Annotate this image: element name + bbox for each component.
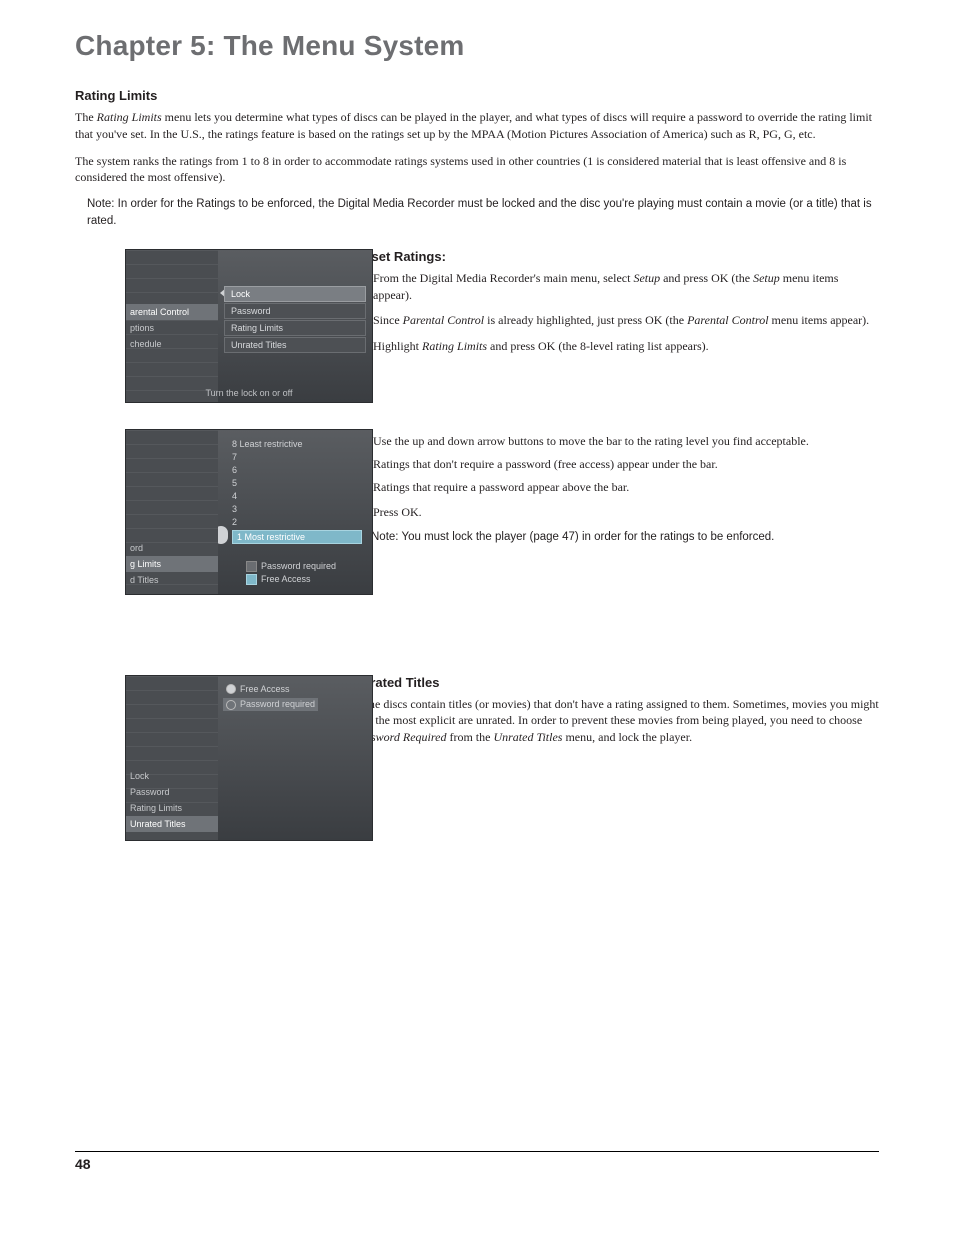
text: Password required	[261, 561, 336, 571]
screenshot-unrated-titles: Free Access Password required Lock Passw…	[125, 675, 373, 841]
text: Since	[373, 313, 403, 327]
menu-item: d Titles	[126, 572, 218, 588]
legend-password-required: Password required	[246, 560, 336, 573]
text: and press OK (the	[660, 271, 753, 285]
menu-item: Password	[126, 784, 218, 800]
level: 3	[232, 503, 362, 516]
screenshot-rating-levels: atings may om disc to disc 8 Least restr…	[125, 429, 373, 595]
to-set-ratings-heading: To set Ratings:	[353, 249, 879, 264]
step-3: Highlight Rating Limits and press OK (th…	[373, 338, 879, 355]
text: from the	[446, 730, 493, 744]
option-free-access: Free Access	[226, 684, 318, 695]
italic: Setup	[753, 271, 780, 285]
italic: Unrated Titles	[493, 730, 562, 744]
step-5-note: Note: You must lock the player (page 47)…	[371, 529, 879, 546]
option-password-required: Password required	[223, 698, 318, 711]
level-1-bar: 1 Most restrictive	[232, 530, 362, 544]
text: Highlight	[373, 339, 422, 353]
italic: Parental Control	[687, 313, 768, 327]
step-4-sub2: Ratings that require a password appear a…	[373, 479, 879, 496]
submenu-rating-limits: Rating Limits	[224, 320, 366, 336]
rating-limits-note: Note: In order for the Ratings to be enf…	[87, 196, 879, 231]
level: 5	[232, 477, 362, 490]
italic: Rating Limits	[97, 110, 162, 124]
italic: Parental Control	[403, 313, 484, 327]
step-5: Press OK.	[373, 504, 879, 521]
menu-item: chedule	[126, 336, 218, 352]
submenu-password: Password	[224, 303, 366, 319]
text: and press OK (the 8-level rating list ap…	[487, 339, 709, 353]
swatch-icon	[246, 574, 257, 585]
italic: Rating Limits	[422, 339, 487, 353]
menu-item: ptions	[126, 320, 218, 336]
chapter-title: Chapter 5: The Menu System	[75, 30, 879, 62]
radio-selected-icon	[226, 684, 236, 694]
menu-item: Rating Limits	[126, 800, 218, 816]
text: menu, and lock the player.	[562, 730, 692, 744]
level-8: 8 Least restrictive	[232, 438, 362, 451]
rating-limits-para1: The Rating Limits menu lets you determin…	[75, 109, 879, 143]
text: menu items appear).	[769, 313, 870, 327]
text: Some discs contain titles (or movies) th…	[353, 697, 879, 728]
text: Free Access	[261, 574, 311, 584]
text: Use the up and down arrow buttons to mov…	[373, 434, 809, 448]
text: Free Access	[240, 684, 290, 694]
menu-item: arental Control	[126, 304, 218, 320]
level: 6	[232, 464, 362, 477]
menu-item: ord	[126, 540, 218, 556]
level: 7	[232, 451, 362, 464]
text: The	[75, 110, 97, 124]
step-2: Since Parental Control is already highli…	[373, 312, 879, 329]
text: menu lets you determine what types of di…	[75, 110, 872, 141]
swatch-icon	[246, 561, 257, 572]
unrated-titles-para: Some discs contain titles (or movies) th…	[353, 696, 879, 746]
step-1: From the Digital Media Recorder's main m…	[373, 270, 879, 305]
menu-item: Lock	[126, 768, 218, 784]
screenshot-caption: Turn the lock on or off	[126, 388, 372, 398]
rating-limits-heading: Rating Limits	[75, 88, 879, 103]
page-footer: 48	[75, 1151, 879, 1174]
unrated-titles-heading: Unrated Titles	[353, 675, 879, 690]
menu-item: Unrated Titles	[126, 816, 218, 832]
italic: Setup	[633, 271, 660, 285]
level: 4	[232, 490, 362, 503]
step-4-sub1: Ratings that don't require a password (f…	[373, 456, 879, 473]
radio-unselected-icon	[226, 700, 236, 710]
screenshot-parental-control-menu: arental Control ptions chedule Off Lock …	[125, 249, 373, 403]
rating-limits-para2: The system ranks the ratings from 1 to 8…	[75, 153, 879, 187]
text: is already highlighted, just press OK (t…	[484, 313, 687, 327]
menu-item: g Limits	[126, 556, 218, 572]
legend-free-access: Free Access	[246, 573, 336, 586]
text: Password required	[240, 699, 315, 709]
submenu-lock: Lock	[224, 286, 366, 302]
text: From the Digital Media Recorder's main m…	[373, 271, 633, 285]
submenu-unrated-titles: Unrated Titles	[224, 337, 366, 353]
step-4: Use the up and down arrow buttons to mov…	[373, 433, 879, 496]
level: 2	[232, 516, 362, 529]
page-number: 48	[75, 1156, 91, 1172]
